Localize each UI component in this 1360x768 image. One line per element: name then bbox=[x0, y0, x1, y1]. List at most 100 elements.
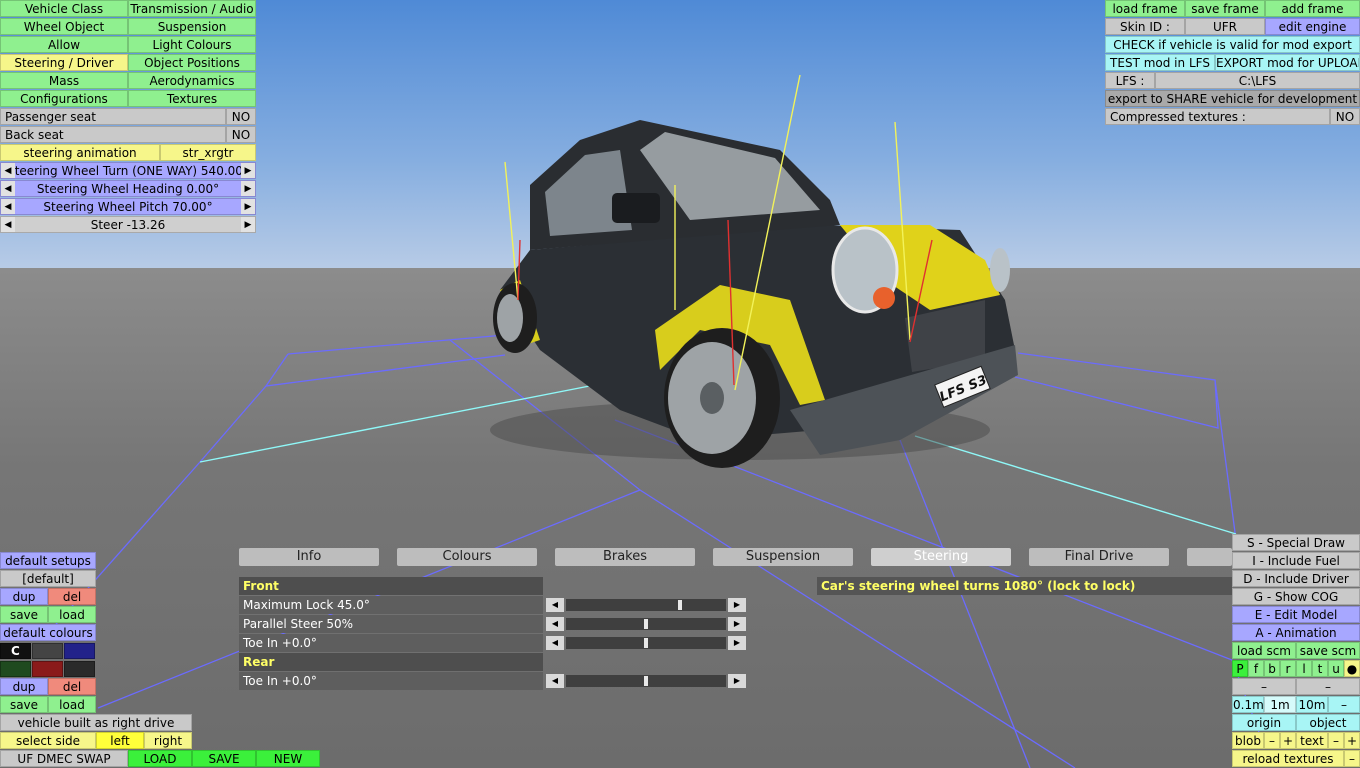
view-dot-button[interactable]: ● bbox=[1344, 660, 1360, 677]
slider-right-icon[interactable]: ▶ bbox=[728, 598, 746, 612]
tab-brakes[interactable]: Brakes bbox=[555, 548, 695, 566]
colour-swatch-3[interactable] bbox=[64, 643, 95, 659]
menu-light-colours[interactable]: Light Colours bbox=[128, 36, 256, 53]
steering-wheel-heading-spinner[interactable]: ◀ Steering Wheel Heading 0.00° ▶ bbox=[0, 180, 256, 197]
default-setups-button[interactable]: default setups bbox=[0, 552, 96, 569]
object-button[interactable]: object bbox=[1296, 714, 1360, 731]
default-setup-value[interactable]: [default] bbox=[0, 570, 96, 587]
reload-textures-button[interactable]: reload textures bbox=[1232, 750, 1344, 767]
colour-load-button[interactable]: load bbox=[48, 696, 96, 713]
scale-minus-button[interactable]: – bbox=[1328, 696, 1360, 713]
setup-load-button[interactable]: load bbox=[48, 606, 96, 623]
text-minus-button[interactable]: – bbox=[1328, 732, 1344, 749]
view-u-button[interactable]: u bbox=[1328, 660, 1344, 677]
steering-wheel-turn-spinner[interactable]: ◀ Steering Wheel Turn (ONE WAY) 540.00° … bbox=[0, 162, 256, 179]
menu-configurations[interactable]: Configurations bbox=[0, 90, 128, 107]
tab-final-drive[interactable]: Final Drive bbox=[1029, 548, 1169, 566]
text-plus-button[interactable]: + bbox=[1344, 732, 1360, 749]
slider-left-icon[interactable]: ◀ bbox=[546, 674, 564, 688]
slider-right-icon[interactable]: ▶ bbox=[728, 636, 746, 650]
export-share-button[interactable]: export to SHARE vehicle for development bbox=[1105, 90, 1360, 107]
view-t-button[interactable]: t bbox=[1312, 660, 1328, 677]
colour-swatch-5[interactable] bbox=[32, 661, 63, 677]
show-cog-toggle[interactable]: G - Show COG bbox=[1232, 588, 1360, 605]
arrow-left-icon[interactable]: ◀ bbox=[1, 181, 15, 196]
menu-suspension[interactable]: Suspension bbox=[128, 18, 256, 35]
blob-button[interactable]: blob bbox=[1232, 732, 1264, 749]
tab-suspension[interactable]: Suspension bbox=[713, 548, 853, 566]
check-valid-button[interactable]: CHECK if vehicle is valid for mod export bbox=[1105, 36, 1360, 53]
slider-thumb[interactable] bbox=[644, 638, 648, 648]
side-left-button[interactable]: left bbox=[96, 732, 144, 749]
steering-animation-value[interactable]: str_xrgtr bbox=[160, 144, 256, 161]
origin-button[interactable]: origin bbox=[1232, 714, 1296, 731]
side-right-button[interactable]: right bbox=[144, 732, 192, 749]
include-fuel-toggle[interactable]: I - Include Fuel bbox=[1232, 552, 1360, 569]
option-dash-1[interactable]: – bbox=[1232, 678, 1296, 695]
built-as-right-drive[interactable]: vehicle built as right drive bbox=[0, 714, 192, 731]
setup-dup-button[interactable]: dup bbox=[0, 588, 48, 605]
arrow-right-icon[interactable]: ▶ bbox=[241, 199, 255, 214]
arrow-right-icon[interactable]: ▶ bbox=[241, 163, 255, 178]
slider-right-icon[interactable]: ▶ bbox=[728, 674, 746, 688]
test-mod-button[interactable]: TEST mod in LFS bbox=[1105, 54, 1215, 71]
save-frame-button[interactable]: save frame bbox=[1185, 0, 1265, 17]
menu-allow[interactable]: Allow bbox=[0, 36, 128, 53]
arrow-left-icon[interactable]: ◀ bbox=[1, 163, 15, 178]
colour-swatch-2[interactable] bbox=[32, 643, 63, 659]
save-scm-button[interactable]: save scm bbox=[1296, 642, 1360, 659]
slider-thumb[interactable] bbox=[644, 676, 648, 686]
view-f-button[interactable]: f bbox=[1248, 660, 1264, 677]
menu-vehicle-class[interactable]: Vehicle Class bbox=[0, 0, 128, 17]
view-p-button[interactable]: P bbox=[1232, 660, 1248, 677]
view-b-button[interactable]: b bbox=[1264, 660, 1280, 677]
colour-save-button[interactable]: save bbox=[0, 696, 48, 713]
scale-10m-button[interactable]: 10m bbox=[1296, 696, 1328, 713]
tab-info[interactable]: Info bbox=[239, 548, 379, 566]
lfs-path-value[interactable]: C:\LFS bbox=[1155, 72, 1360, 89]
reload-minus-button[interactable]: – bbox=[1344, 750, 1360, 767]
special-draw-toggle[interactable]: S - Special Draw bbox=[1232, 534, 1360, 551]
tab-colours[interactable]: Colours bbox=[397, 548, 537, 566]
compressed-textures-toggle[interactable]: NO bbox=[1330, 108, 1360, 125]
load-frame-button[interactable]: load frame bbox=[1105, 0, 1185, 17]
vehicle-name-field[interactable]: UF DMEC SWAP bbox=[0, 750, 128, 767]
menu-wheel-object[interactable]: Wheel Object bbox=[0, 18, 128, 35]
animation-button[interactable]: A - Animation bbox=[1232, 624, 1360, 641]
arrow-right-icon[interactable]: ▶ bbox=[241, 217, 255, 232]
setup-save-button[interactable]: save bbox=[0, 606, 48, 623]
arrow-left-icon[interactable]: ◀ bbox=[1, 217, 15, 232]
edit-engine-button[interactable]: edit engine bbox=[1265, 18, 1360, 35]
slider-right-icon[interactable]: ▶ bbox=[728, 617, 746, 631]
skin-id-value[interactable]: UFR bbox=[1185, 18, 1265, 35]
menu-aerodynamics[interactable]: Aerodynamics bbox=[128, 72, 256, 89]
view-l-button[interactable]: l bbox=[1296, 660, 1312, 677]
slider-left-icon[interactable]: ◀ bbox=[546, 636, 564, 650]
colour-swatch-6[interactable] bbox=[64, 661, 95, 677]
colour-swatch-4[interactable] bbox=[0, 661, 31, 677]
menu-textures[interactable]: Textures bbox=[128, 90, 256, 107]
scale-1m-button[interactable]: 1m bbox=[1264, 696, 1296, 713]
option-dash-2[interactable]: – bbox=[1296, 678, 1360, 695]
arrow-right-icon[interactable]: ▶ bbox=[241, 181, 255, 196]
setup-del-button[interactable]: del bbox=[48, 588, 96, 605]
vehicle-load-button[interactable]: LOAD bbox=[128, 750, 192, 767]
load-scm-button[interactable]: load scm bbox=[1232, 642, 1296, 659]
view-r-button[interactable]: r bbox=[1280, 660, 1296, 677]
add-frame-button[interactable]: add frame bbox=[1265, 0, 1360, 17]
colour-swatch-1[interactable]: C bbox=[0, 643, 31, 659]
colour-del-button[interactable]: del bbox=[48, 678, 96, 695]
vehicle-save-button[interactable]: SAVE bbox=[192, 750, 256, 767]
steer-spinner[interactable]: ◀ Steer -13.26 ▶ bbox=[0, 216, 256, 233]
vehicle-new-button[interactable]: NEW bbox=[256, 750, 320, 767]
menu-steering-driver[interactable]: Steering / Driver bbox=[0, 54, 128, 71]
default-colours-button[interactable]: default colours bbox=[0, 624, 96, 641]
edit-model-button[interactable]: E - Edit Model bbox=[1232, 606, 1360, 623]
scale-01m-button[interactable]: 0.1m bbox=[1232, 696, 1264, 713]
colour-dup-button[interactable]: dup bbox=[0, 678, 48, 695]
slider-thumb[interactable] bbox=[644, 619, 648, 629]
text-button[interactable]: text bbox=[1296, 732, 1328, 749]
slider-left-icon[interactable]: ◀ bbox=[546, 617, 564, 631]
back-seat-toggle[interactable]: NO bbox=[226, 126, 256, 143]
menu-transmission-audio[interactable]: Transmission / Audio bbox=[128, 0, 256, 17]
